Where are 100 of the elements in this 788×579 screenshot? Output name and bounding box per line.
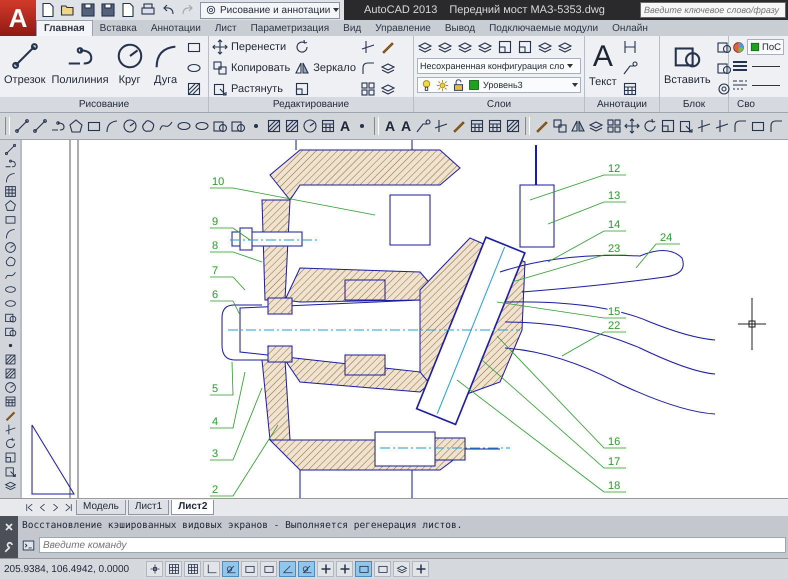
panel-title[interactable]: Слои — [414, 97, 584, 112]
circle-icon[interactable] — [4, 241, 16, 254]
cloud-icon[interactable] — [140, 118, 156, 134]
pencil-icon[interactable] — [4, 409, 16, 422]
command-input[interactable]: Введите команду — [39, 537, 786, 553]
drafting-mode-toggle[interactable] — [260, 561, 277, 577]
dimension-icon[interactable] — [622, 39, 638, 55]
layout-tab[interactable]: Лист1 — [128, 500, 170, 515]
fillet-icon[interactable] — [768, 118, 784, 134]
rotate-icon[interactable] — [4, 437, 16, 450]
curve-icon[interactable] — [4, 269, 16, 282]
circle-icon[interactable] — [122, 118, 138, 134]
fillet-icon[interactable] — [360, 60, 376, 76]
trim-icon[interactable] — [714, 118, 730, 134]
hatch-icon[interactable] — [284, 118, 300, 134]
fillet-icon[interactable] — [732, 118, 748, 134]
ribbon-tab[interactable]: Вставка — [92, 21, 144, 36]
scale-icon[interactable] — [4, 451, 16, 464]
text-tool-button[interactable]: A Текст — [588, 39, 618, 90]
drafting-mode-toggle[interactable] — [279, 561, 296, 577]
grid-icon[interactable] — [4, 185, 16, 198]
block-icon[interactable] — [4, 325, 16, 338]
drafting-mode-toggle[interactable] — [146, 561, 163, 577]
stretch-icon[interactable] — [4, 465, 16, 478]
modify-tool-button[interactable]: Копировать — [212, 60, 290, 76]
text-tool-button[interactable]: A — [338, 118, 352, 134]
wrench-icon[interactable] — [3, 542, 15, 554]
arc-icon[interactable] — [4, 227, 16, 240]
drafting-mode-toggle[interactable] — [222, 561, 239, 577]
layer-dropdown[interactable]: Уровень3 — [417, 77, 581, 93]
new-file-icon[interactable] — [120, 2, 136, 18]
leader-icon[interactable] — [415, 118, 431, 134]
drafting-mode-toggle[interactable] — [184, 561, 201, 577]
line-icon[interactable] — [14, 118, 30, 134]
modify-tool-button[interactable]: Зеркало — [294, 60, 356, 76]
polyline-icon[interactable] — [4, 157, 16, 170]
panel-title[interactable]: Сво — [729, 97, 788, 112]
ellipse-icon[interactable] — [4, 297, 16, 310]
layers-icon[interactable] — [4, 479, 16, 492]
draw-tool-button[interactable]: Отрезок — [3, 39, 46, 88]
copy-icon[interactable] — [552, 118, 568, 134]
draw-tool-button[interactable]: Круг — [114, 39, 146, 88]
hatch-icon[interactable] — [4, 353, 16, 366]
text-tool-button[interactable]: A — [383, 118, 397, 134]
block-icon[interactable] — [4, 311, 16, 324]
array-icon[interactable] — [606, 118, 622, 134]
table-icon[interactable] — [469, 118, 485, 134]
panel-title[interactable]: Блок — [660, 97, 728, 112]
text-tool-button[interactable]: A — [399, 118, 413, 134]
linetype-dropdown[interactable] — [752, 84, 780, 86]
stretch-icon[interactable] — [678, 118, 694, 134]
insert-block-button[interactable]: Вставить — [663, 39, 712, 88]
rotate-icon[interactable] — [294, 39, 310, 55]
rotate-icon[interactable] — [642, 118, 658, 134]
trim-icon[interactable] — [696, 118, 712, 134]
command-prompt-icon[interactable] — [22, 538, 35, 552]
polygon-icon[interactable] — [4, 199, 16, 212]
layer-state-dropdown[interactable]: Несохраненная конфигурация сло — [417, 58, 581, 74]
gear-icon[interactable] — [716, 81, 732, 97]
line-icon[interactable] — [32, 118, 48, 134]
drafting-mode-toggle[interactable] — [393, 561, 410, 577]
trim-icon[interactable] — [360, 39, 376, 55]
cloud-icon[interactable] — [4, 255, 16, 268]
move-arrows-icon[interactable] — [624, 118, 640, 134]
layout-tab[interactable]: Лист2 — [171, 500, 214, 515]
arc-icon[interactable] — [4, 171, 16, 184]
close-icon[interactable] — [3, 520, 15, 532]
modify-tool-button[interactable]: Растянуть — [212, 81, 283, 97]
draw-tool-button[interactable]: Полилиния — [50, 39, 110, 88]
ribbon-tab[interactable]: Управление — [368, 21, 438, 36]
mirror-icon[interactable] — [570, 118, 586, 134]
hatch-icon[interactable] — [186, 81, 202, 97]
ribbon-tab[interactable]: Лист — [208, 21, 244, 36]
scale-icon[interactable] — [497, 39, 513, 55]
line-icon[interactable] — [4, 143, 16, 156]
table-icon[interactable] — [622, 81, 638, 97]
panel-title[interactable]: Рисование — [0, 97, 208, 112]
ribbon-tab[interactable]: Вывод — [438, 21, 482, 36]
workspace-dropdown[interactable]: Рисование и аннотации — [200, 2, 340, 18]
rectangle-icon[interactable] — [4, 213, 16, 226]
color-wheel-icon[interactable] — [732, 40, 745, 54]
modify-tool-button[interactable]: Перенести — [212, 39, 286, 55]
drafting-mode-toggle[interactable] — [317, 561, 334, 577]
ribbon-tab[interactable]: Вид — [336, 21, 368, 36]
hatch-icon[interactable] — [4, 367, 16, 380]
ribbon-tab[interactable]: Онлайн — [605, 21, 655, 36]
table-icon[interactable] — [487, 118, 503, 134]
lineweight-icon[interactable] — [732, 58, 748, 74]
ribbon-tab[interactable]: Главная — [36, 20, 93, 36]
polygon-icon[interactable] — [68, 118, 84, 134]
color-dropdown[interactable]: ПоС — [747, 39, 784, 55]
ribbon-tab[interactable]: Подключаемые модули — [482, 21, 606, 36]
circle-icon[interactable] — [4, 381, 16, 394]
hatch-icon[interactable] — [266, 118, 282, 134]
new-file-icon[interactable] — [40, 2, 56, 18]
drafting-mode-toggle[interactable] — [298, 561, 315, 577]
application-menu-button[interactable]: A — [0, 0, 36, 36]
save-icon[interactable] — [80, 2, 96, 18]
table-icon[interactable] — [320, 118, 336, 134]
drafting-mode-toggle[interactable] — [412, 561, 429, 577]
